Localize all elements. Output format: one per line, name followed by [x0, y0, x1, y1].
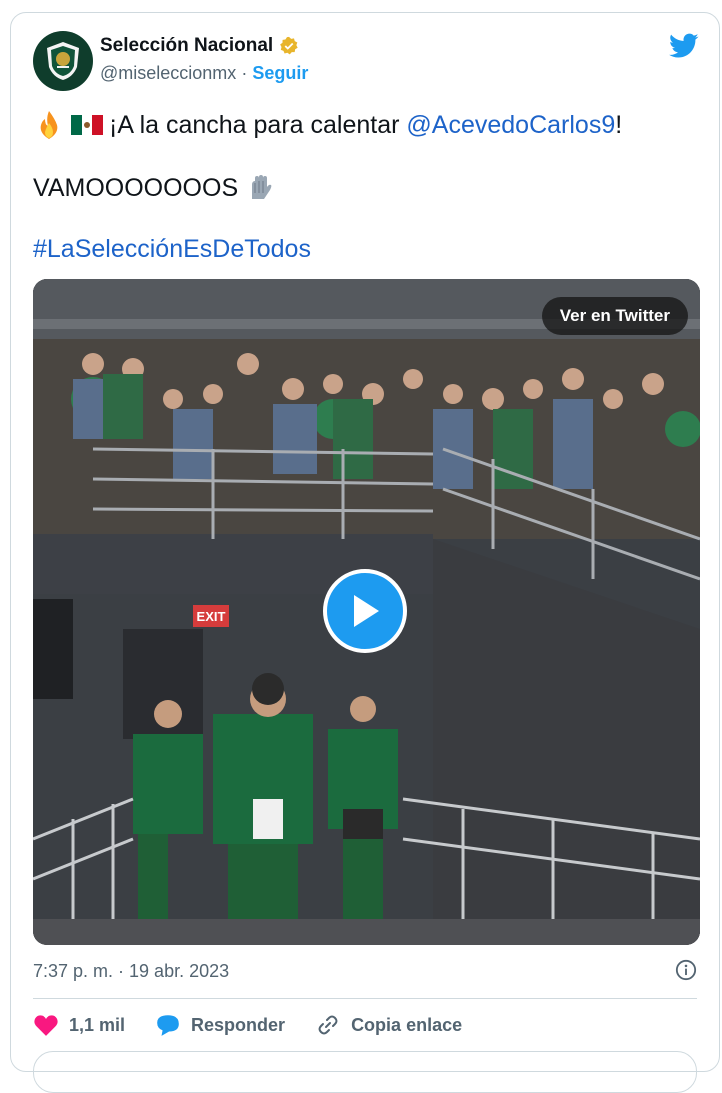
hashtag-link[interactable]: #LaSelecciónEsDeTodos	[33, 235, 311, 264]
info-icon[interactable]	[675, 959, 697, 981]
reply-button[interactable]: Responder	[155, 1013, 285, 1037]
fire-emoji-icon	[40, 111, 58, 139]
follow-button[interactable]: Seguir	[252, 63, 308, 83]
copy-link-button[interactable]: Copia enlace	[315, 1013, 462, 1037]
twitter-bird-icon[interactable]	[669, 33, 699, 59]
like-button[interactable]: 1,1 mil	[33, 1013, 125, 1037]
video-media[interactable]: EXIT Ver en Twitter	[33, 279, 700, 945]
handle[interactable]: @miseleccionmx	[100, 63, 236, 83]
reply-label: Responder	[191, 1014, 286, 1035]
link-icon	[318, 1015, 338, 1035]
tweet-text-shout: VAMOOOOOOOS	[33, 173, 239, 202]
display-name[interactable]: Selección Nacional	[100, 35, 273, 57]
action-bar: 1,1 mil Responder Copia enlace	[33, 1013, 492, 1037]
play-button[interactable]	[323, 569, 407, 653]
tweet-card: Selección Nacional @miseleccionmx · Segu…	[10, 12, 720, 1093]
separator: ·	[241, 63, 248, 83]
tweet-text-prefix: ¡A la cancha para calentar	[109, 110, 407, 139]
verified-badge-icon	[280, 36, 298, 55]
tweet-timestamp[interactable]: 7:37 p. m. · 19 abr. 2023	[33, 961, 229, 982]
exit-sign: EXIT	[197, 609, 226, 624]
like-count: 1,1 mil	[69, 1014, 126, 1035]
copy-link-label: Copia enlace	[351, 1014, 463, 1035]
divider	[33, 998, 697, 999]
tweet-text-suffix: !	[615, 110, 623, 139]
view-on-twitter-button[interactable]: Ver en Twitter	[541, 297, 688, 335]
avatar[interactable]	[33, 31, 93, 91]
author-name-row: Selección Nacional	[100, 35, 299, 57]
read-replies-bar[interactable]	[33, 1051, 697, 1093]
tweet-text-line1: ¡A la cancha para calentar @AcevedoCarlo…	[33, 109, 622, 141]
gloves-emoji-icon	[252, 175, 272, 199]
heart-icon	[34, 1015, 58, 1036]
handle-row: @miseleccionmx · Seguir	[100, 63, 308, 84]
play-icon	[354, 595, 379, 627]
reply-icon	[157, 1015, 179, 1036]
mention-link[interactable]: @AcevedoCarlos9	[406, 111, 615, 139]
mexico-flag-icon	[71, 115, 103, 135]
tweet-text-line2: VAMOOOOOOOS	[33, 173, 276, 203]
federation-crest-icon	[47, 42, 79, 80]
